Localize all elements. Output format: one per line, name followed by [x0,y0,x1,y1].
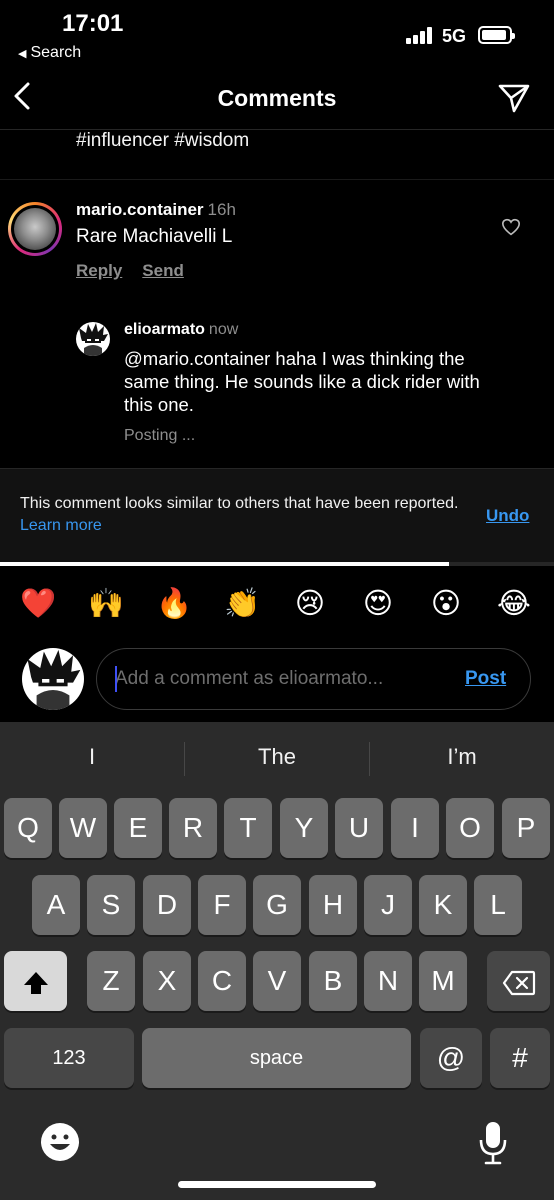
key-f[interactable]: F [198,875,246,935]
post-button[interactable]: Post [465,668,506,690]
key-i[interactable]: I [391,798,439,858]
suggestion-3[interactable]: I’m [370,744,554,770]
key-r[interactable]: R [169,798,217,858]
key-s[interactable]: S [87,875,135,935]
divider [0,179,554,180]
key-b[interactable]: B [309,951,357,1011]
emoji-crying-face[interactable]: 😢 [290,586,330,620]
space-key[interactable]: space [142,1028,411,1088]
suggestion-2[interactable]: The [185,744,369,770]
key-v[interactable]: V [253,951,301,1011]
dictation-mic-icon[interactable] [478,1120,508,1166]
emoji-clapping-hands[interactable]: 👏 [222,586,262,621]
posting-status: Posting ... [124,427,196,444]
battery-icon [478,26,515,44]
key-l[interactable]: L [474,875,522,935]
page-title: Comments [217,85,337,111]
key-z[interactable]: Z [87,951,135,1011]
comment-username[interactable]: mario.container [76,200,204,219]
similar-comment-warning: This comment looks similar to others tha… [0,468,554,562]
backspace-icon [502,970,535,995]
cellular-signal-icon [406,26,434,44]
emoji-raising-hands[interactable]: 🙌 [86,586,126,621]
hash-key[interactable]: # [490,1028,550,1088]
back-to-app-link[interactable]: ◀ Search [18,44,81,62]
shift-key[interactable] [4,951,67,1011]
network-type: 5G [442,26,467,46]
warning-message: This comment looks similar to others tha… [20,493,460,537]
text-cursor [115,666,117,692]
predictive-bar: I The I’m [0,722,554,798]
undo-button[interactable]: Undo [486,506,529,526]
undo-progress-bar [0,562,554,566]
key-a[interactable]: A [32,875,80,935]
comment-text: Rare Machiavelli L [76,226,233,247]
key-n[interactable]: N [364,951,412,1011]
reply-header: elioarmato now [124,321,238,339]
key-e[interactable]: E [114,798,162,858]
emoji-tears-of-joy[interactable]: 😂 [494,586,534,620]
warning-text: This comment looks similar to others tha… [20,495,459,512]
key-h[interactable]: H [309,875,357,935]
spiky-hair-avatar-icon [79,323,108,356]
direct-send-icon[interactable] [497,81,531,115]
current-user-avatar [22,648,84,710]
key-t[interactable]: T [224,798,272,858]
key-p[interactable]: P [502,798,550,858]
emoji-red-heart[interactable]: ❤️ [18,586,58,621]
back-app-label: Search [30,44,82,61]
reply-username[interactable]: elioarmato [124,321,205,338]
status-bar: 17:01 ◀ Search 5G [0,0,554,68]
key-c[interactable]: C [198,951,246,1011]
key-j[interactable]: J [364,875,412,935]
status-time: 17:01 [62,10,124,37]
reply-button[interactable]: Reply [76,261,122,280]
reply-timestamp: now [208,321,239,338]
back-triangle-icon: ◀ [18,48,27,60]
learn-more-link[interactable]: Learn more [20,517,102,534]
emoji-keyboard-icon[interactable] [40,1122,80,1162]
key-y[interactable]: Y [280,798,328,858]
comment-timestamp: 16h [207,200,236,219]
caption-hashtags[interactable]: #influencer #wisdom [76,130,249,152]
key-u[interactable]: U [335,798,383,858]
reply-avatar[interactable] [76,322,110,356]
comment-header: mario.container 16h [76,200,236,220]
reply-text: @mario.container haha I was thinking the… [124,348,480,415]
suggestion-1[interactable]: I [0,744,184,770]
at-key[interactable]: @ [420,1028,482,1088]
key-o[interactable]: O [446,798,494,858]
key-g[interactable]: G [253,875,301,935]
like-heart-icon[interactable] [501,218,521,236]
comments-header: Comments [0,68,554,130]
key-w[interactable]: W [59,798,107,858]
key-x[interactable]: X [143,951,191,1011]
spiky-hair-avatar-icon [27,649,81,710]
emoji-heart-eyes[interactable]: 😍 [358,586,398,620]
comment-actions: Reply Send [76,261,204,281]
home-indicator [178,1181,376,1188]
send-button[interactable]: Send [142,261,184,280]
backspace-key[interactable] [487,951,550,1011]
emoji-fire[interactable]: 🔥 [154,586,194,621]
comment-composer: Post [96,648,531,710]
quick-emoji-bar: ❤️ 🙌 🔥 👏 😢 😍 😮 😂 [0,586,554,626]
comment-input[interactable] [115,663,445,695]
shift-arrow-icon [23,971,48,994]
key-m[interactable]: M [419,951,467,1011]
key-d[interactable]: D [143,875,191,935]
emoji-astonished-face[interactable]: 😮 [426,586,466,620]
commenter-avatar[interactable] [8,202,62,256]
numbers-key[interactable]: 123 [4,1028,134,1088]
key-q[interactable]: Q [4,798,52,858]
key-k[interactable]: K [419,875,467,935]
